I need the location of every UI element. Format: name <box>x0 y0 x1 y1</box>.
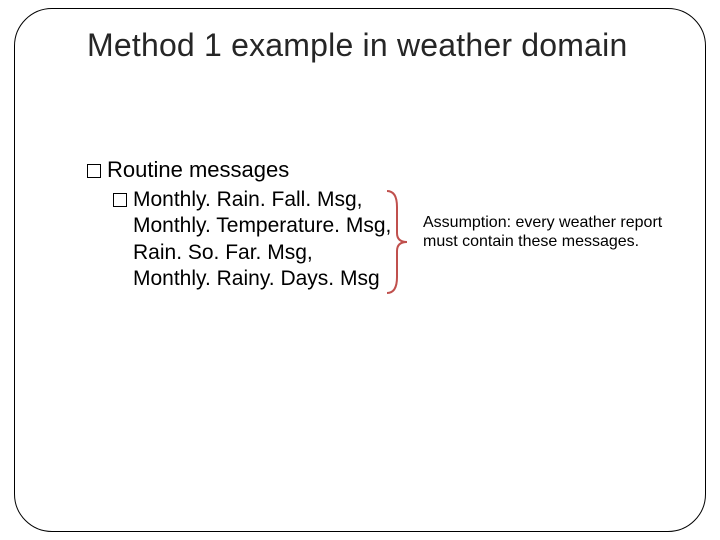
message-line: Rain. So. Far. Msg, <box>133 241 313 264</box>
message-line: Monthly. Temperature. Msg, <box>133 214 391 237</box>
message-list: Monthly. Rain. Fall. Msg, Monthly. Tempe… <box>133 187 391 292</box>
bullet-level-1: Routine messages <box>87 157 677 183</box>
slide-content: Routine messages Monthly. Rain. Fall. Ms… <box>87 157 677 292</box>
annotation-text: Assumption: every weather report must co… <box>423 213 673 251</box>
bullet-box-icon <box>87 164 101 178</box>
message-line: Monthly. Rain. Fall. Msg, <box>133 188 363 211</box>
bullet-level-1-text: Routine messages <box>107 157 289 182</box>
slide-frame: Method 1 example in weather domain Routi… <box>14 8 706 532</box>
bullet-box-icon <box>113 193 127 207</box>
bullet-level-2: Monthly. Rain. Fall. Msg, Monthly. Tempe… <box>113 187 677 292</box>
message-line: Monthly. Rainy. Days. Msg <box>133 267 380 290</box>
slide-title: Method 1 example in weather domain <box>87 27 647 64</box>
brace-icon <box>383 187 413 297</box>
